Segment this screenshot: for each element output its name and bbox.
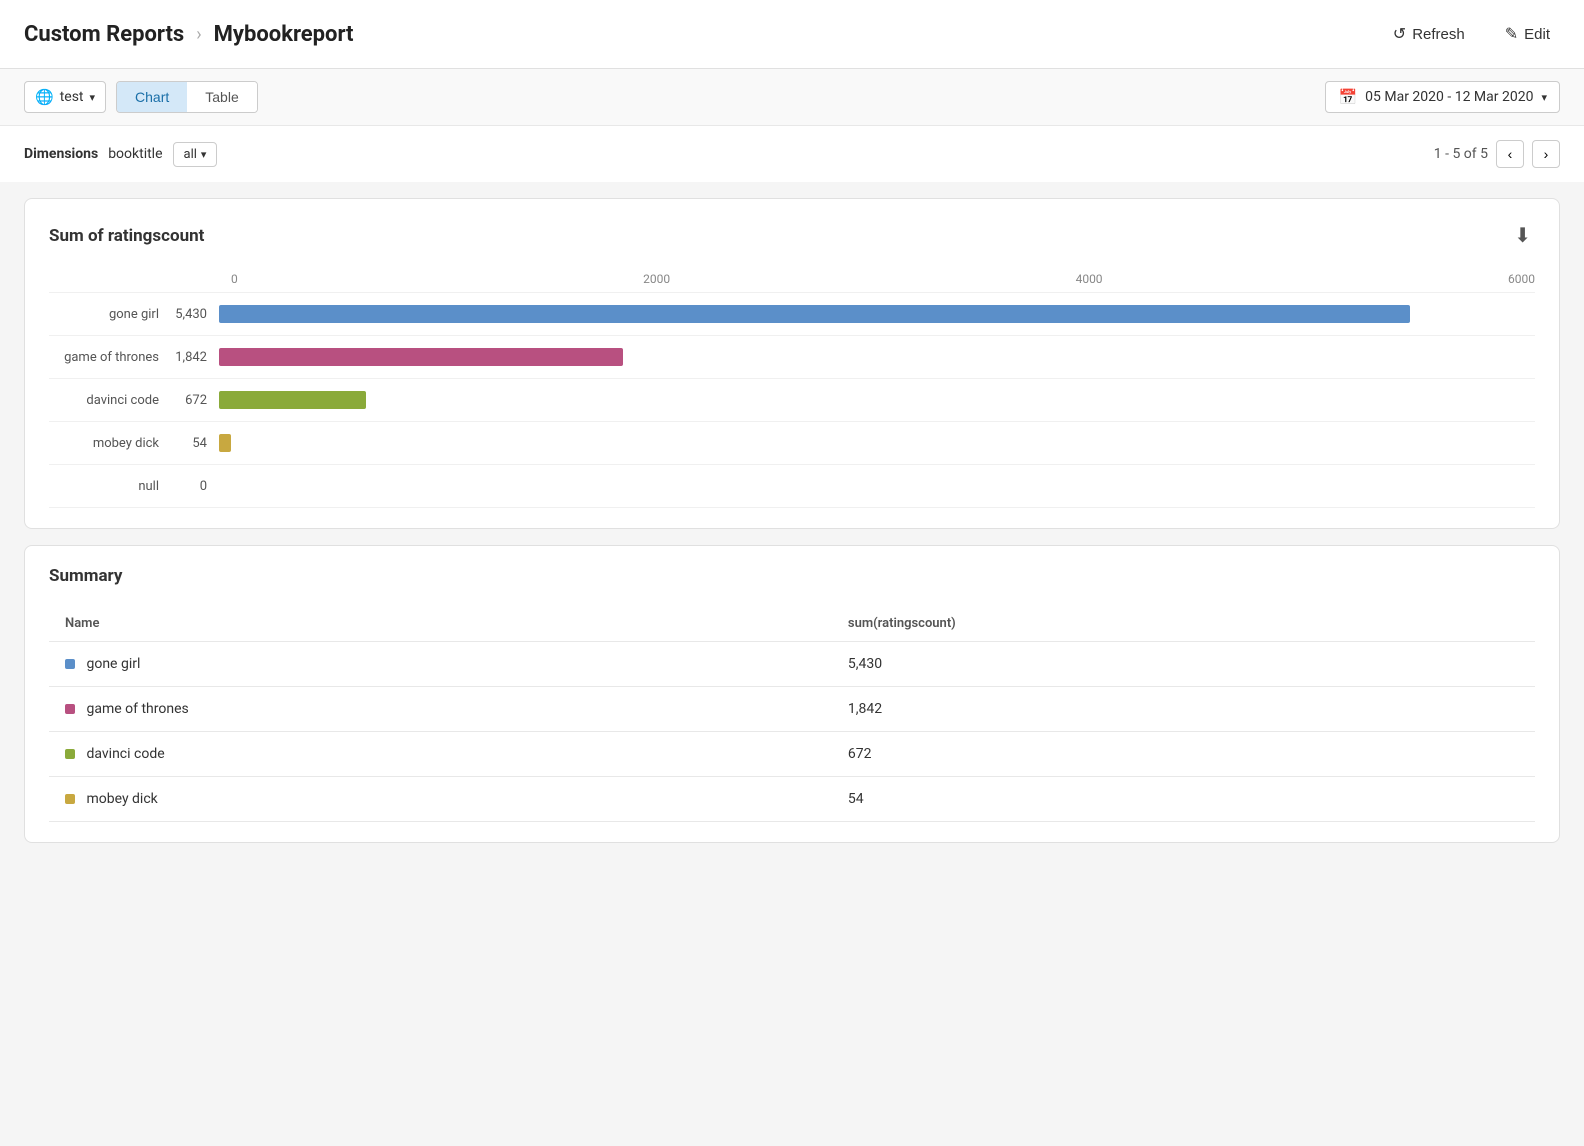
edit-icon: ✎ [1505,24,1518,44]
chevron-down-icon: ▾ [1541,91,1547,104]
color-dot-pink [65,704,75,714]
view-tabs: Chart Table [116,81,258,113]
table-cell-value: 5,430 [832,642,1535,687]
bar-davinci-code [219,391,366,409]
chevron-left-icon: ‹ [1508,146,1513,162]
calendar-icon: 📅 [1338,88,1357,106]
row-label: null [49,479,169,494]
date-range-selector[interactable]: 📅 05 Mar 2020 - 12 Mar 2020 ▾ [1325,81,1560,113]
header-actions: ↺ Refresh ✎ Edit [1383,18,1560,50]
table-cell-name: davinci code [49,732,832,777]
chart-row: game of thrones 1,842 [49,335,1535,378]
chart-row: davinci code 672 [49,378,1535,421]
dimensions-field: booktitle [108,146,162,162]
download-button[interactable]: ⬇ [1510,219,1535,252]
chevron-right-icon: › [1544,146,1549,162]
chart-row: mobey dick 54 [49,421,1535,464]
bar-area [219,432,1535,454]
refresh-icon: ↺ [1393,24,1406,44]
row-book-label: mobey dick [86,791,157,807]
date-range-label: 05 Mar 2020 - 12 Mar 2020 [1365,89,1533,105]
summary-table: Name sum(ratingscount) gone girl 5,430 g… [49,606,1535,822]
chart-row: gone girl 5,430 [49,292,1535,335]
row-value: 672 [169,393,219,408]
chart-card-header: Sum of ratingscount ⬇ [49,219,1535,252]
table-cell-name: mobey dick [49,777,832,822]
table-row: mobey dick 54 [49,777,1535,822]
dimensions-filter[interactable]: all ▾ [173,142,218,167]
dimensions-label: Dimensions [24,146,98,162]
row-label: gone girl [49,307,169,322]
toolbar-left: 🌐 test ▾ Chart Table [24,81,258,113]
axis-label-6000: 6000 [1508,272,1535,286]
bar-gone-girl [219,305,1410,323]
next-page-button[interactable]: › [1532,140,1560,168]
pagination: 1 - 5 of 5 ‹ › [1434,140,1560,168]
dimensions-bar: Dimensions booktitle all ▾ 1 - 5 of 5 ‹ … [0,126,1584,182]
bar-area [219,346,1535,368]
edit-button[interactable]: ✎ Edit [1495,18,1560,50]
table-cell-value: 672 [832,732,1535,777]
bar-area [219,303,1535,325]
chart-title: Sum of ratingscount [49,226,204,246]
env-label: test [60,89,84,105]
row-label: game of thrones [49,350,169,365]
axis-label-0: 0 [231,272,238,286]
table-cell-name: game of thrones [49,687,832,732]
download-icon: ⬇ [1514,225,1531,247]
table-row: game of thrones 1,842 [49,687,1535,732]
color-dot-green [65,749,75,759]
breadcrumb-parent[interactable]: Custom Reports [24,22,184,47]
header: Custom Reports › Mybookreport ↺ Refresh … [0,0,1584,69]
globe-icon: 🌐 [35,88,54,106]
chevron-down-icon: ▾ [90,91,96,104]
prev-page-button[interactable]: ‹ [1496,140,1524,168]
row-label: mobey dick [49,436,169,451]
breadcrumb-separator: › [196,24,201,45]
axis-label-2000: 2000 [643,272,670,286]
table-cell-value: 1,842 [832,687,1535,732]
chart-row: null 0 [49,464,1535,508]
breadcrumb: Custom Reports › Mybookreport [24,22,354,47]
summary-title: Summary [49,566,122,586]
row-value: 0 [169,479,219,494]
row-book-label: game of thrones [86,701,188,717]
chevron-down-icon: ▾ [201,148,207,161]
color-dot-gold [65,794,75,804]
col-value-header: sum(ratingscount) [832,606,1535,642]
table-cell-name: gone girl [49,642,832,687]
filter-value: all [184,147,197,162]
row-label: davinci code [49,393,169,408]
row-book-label: gone girl [86,656,140,672]
bar-area [219,389,1535,411]
edit-label: Edit [1524,26,1550,43]
summary-card-header: Summary [49,566,1535,586]
color-dot-blue [65,659,75,669]
chart-card: Sum of ratingscount ⬇ 0 2000 4000 6000 g… [24,198,1560,529]
summary-card: Summary Name sum(ratingscount) gone girl… [24,545,1560,843]
row-book-label: davinci code [86,746,164,762]
bar-game-of-thrones [219,348,623,366]
table-row: gone girl 5,430 [49,642,1535,687]
pagination-text: 1 - 5 of 5 [1434,146,1488,162]
col-name-header: Name [49,606,832,642]
axis-label-4000: 4000 [1076,272,1103,286]
tab-chart[interactable]: Chart [117,82,187,112]
row-value: 1,842 [169,350,219,365]
env-selector[interactable]: 🌐 test ▾ [24,81,106,113]
dimensions-left: Dimensions booktitle all ▾ [24,142,217,167]
bar-area [219,475,1535,497]
refresh-button[interactable]: ↺ Refresh [1383,18,1475,50]
row-value: 5,430 [169,307,219,322]
table-cell-value: 54 [832,777,1535,822]
table-row: davinci code 672 [49,732,1535,777]
main-content: Sum of ratingscount ⬇ 0 2000 4000 6000 g… [0,182,1584,859]
chart-rows: gone girl 5,430 game of thrones 1,842 da… [49,292,1535,508]
row-value: 54 [169,436,219,451]
tab-table[interactable]: Table [187,82,256,112]
toolbar: 🌐 test ▾ Chart Table 📅 05 Mar 2020 - 12 … [0,69,1584,126]
breadcrumb-child: Mybookreport [214,22,354,47]
refresh-label: Refresh [1412,26,1465,43]
bar-mobey-dick [219,434,231,452]
